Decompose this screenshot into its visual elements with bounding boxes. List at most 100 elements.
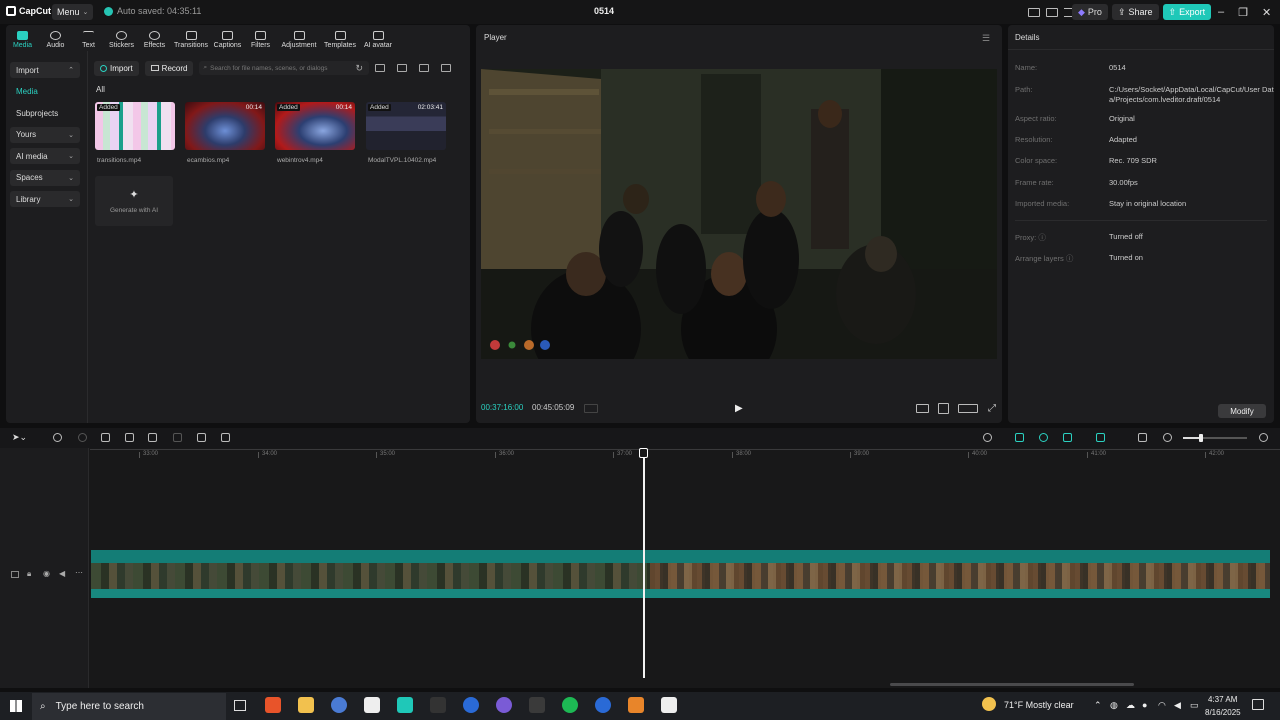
crop-icon[interactable] [938, 403, 949, 414]
shortcut-icon[interactable] [1046, 7, 1058, 17]
expand-icon[interactable]: ⤢ [988, 403, 996, 414]
sidebar-item-spaces[interactable]: Spaces ⌄ [10, 169, 80, 186]
media-thumb-3[interactable]: Added 00:14 [275, 102, 355, 150]
capcut-window-icon[interactable] [661, 697, 677, 713]
restore-icon[interactable]: ❐ [1238, 6, 1248, 19]
tab-filters[interactable]: Filters [244, 26, 277, 50]
tab-transitions[interactable]: Transitions [171, 26, 211, 50]
tab-media[interactable]: Media [6, 26, 39, 50]
video-clip-header[interactable] [91, 550, 1270, 563]
game-app-icon[interactable] [529, 697, 545, 713]
snap-icon[interactable] [1096, 433, 1105, 442]
media-thumb-1[interactable]: Added [95, 102, 175, 150]
record-button[interactable]: Record [144, 60, 194, 76]
sidebar-item-ai-media[interactable]: AI media ⌄ [10, 148, 80, 164]
split-icon[interactable] [101, 433, 110, 442]
refresh-icon[interactable]: ↻ [355, 63, 363, 74]
tab-effects[interactable]: Effects [138, 26, 171, 50]
spotify-icon[interactable] [562, 697, 578, 713]
notification-icon[interactable] [1252, 699, 1264, 710]
capcut-active-icon[interactable] [397, 697, 413, 713]
battery-icon[interactable]: ▭ [1190, 700, 1199, 711]
import-button[interactable]: Import [94, 60, 139, 76]
link-icon[interactable] [1039, 433, 1048, 442]
brave-icon[interactable] [265, 697, 281, 713]
marker-icon[interactable] [197, 433, 206, 442]
split-left-icon[interactable] [125, 433, 134, 442]
media-thumb-2[interactable]: 00:14 [185, 102, 265, 150]
tab-ai-avatar[interactable]: AI avatar [359, 26, 397, 50]
file-explorer-icon[interactable] [298, 697, 314, 713]
timeline-grid-icon[interactable] [584, 404, 598, 413]
cloud-icon[interactable]: ☁ [1126, 700, 1135, 711]
mic-tray-icon[interactable]: ● [1142, 700, 1147, 710]
chrome-icon[interactable] [331, 697, 347, 713]
zoom-slider-handle[interactable] [1199, 434, 1203, 442]
lock-icon[interactable]: 🔒︎ [27, 569, 31, 579]
audio-waveform[interactable] [91, 589, 1270, 598]
sidebar-item-import[interactable]: Import ⌃ [10, 62, 80, 78]
export-button[interactable]: ⇧ Export [1162, 4, 1212, 20]
tab-templates[interactable]: Templates [321, 26, 359, 50]
undo-icon[interactable] [53, 433, 62, 442]
wifi-icon[interactable]: ◠ [1158, 700, 1166, 711]
caption-track-icon[interactable] [1138, 433, 1147, 442]
capcut-taskbar-icon[interactable] [364, 697, 380, 713]
playhead-handle[interactable] [639, 448, 648, 458]
preview-axis-icon[interactable] [1063, 433, 1072, 442]
redo-icon[interactable] [78, 433, 87, 442]
pro-button[interactable]: ◆ Pro [1072, 4, 1108, 20]
zoom-out-icon[interactable] [1163, 433, 1172, 442]
x-app-icon[interactable] [430, 697, 446, 713]
eye-icon[interactable]: ◉ [43, 569, 50, 578]
more-icon[interactable]: ⋯ [75, 568, 83, 577]
volume-icon[interactable]: ◀ [1174, 700, 1181, 711]
close-icon[interactable]: ✕ [1262, 6, 1271, 19]
info-icon[interactable]: ⓘ [1038, 233, 1046, 242]
folder-icon[interactable] [375, 64, 386, 72]
minimize-icon[interactable]: – [1218, 6, 1224, 18]
info-icon[interactable]: ⓘ [1066, 254, 1074, 263]
clock-time[interactable]: 4:37 AM [1208, 695, 1237, 704]
weather-text[interactable]: 71°F Mostly clear [1004, 700, 1074, 710]
timeline-scrollbar[interactable] [890, 683, 1134, 686]
sidebar-item-media[interactable]: Media [10, 84, 80, 100]
layout-icon[interactable] [1028, 7, 1040, 17]
fullscreen-quality-icon[interactable] [916, 404, 929, 413]
skype-icon[interactable] [595, 697, 611, 713]
player-menu-icon[interactable]: ☰ [982, 33, 990, 44]
discord-icon[interactable] [496, 697, 512, 713]
app-icon[interactable] [628, 697, 644, 713]
zoom-slider[interactable] [1183, 434, 1247, 442]
freeze-icon[interactable] [221, 433, 230, 442]
play-icon[interactable]: ▶ [735, 403, 743, 414]
track-cover-icon[interactable] [11, 571, 19, 578]
tab-audio[interactable]: Audio [39, 26, 72, 50]
magnet-icon[interactable] [1015, 433, 1024, 442]
zoom-in-icon[interactable] [1259, 433, 1268, 442]
select-cursor-icon[interactable]: ➤⌄ [12, 432, 27, 443]
task-view-icon[interactable] [234, 700, 246, 711]
media-thumb-4[interactable]: Added 02:03:41 [366, 102, 446, 150]
playhead-line[interactable] [643, 452, 645, 678]
clock-date[interactable]: 8/16/2025 [1205, 708, 1241, 717]
grid-view-icon[interactable] [397, 64, 408, 72]
tab-captions[interactable]: Captions [211, 26, 244, 50]
windows-start-icon[interactable] [10, 700, 22, 712]
modify-button[interactable]: Modify [1218, 404, 1266, 418]
ratio-button[interactable] [958, 404, 978, 413]
sort-icon[interactable] [419, 64, 430, 72]
sidebar-item-subprojects[interactable]: Subprojects [10, 105, 80, 121]
edge-icon[interactable] [463, 697, 479, 713]
tray-chevron-icon[interactable]: ⌃ [1094, 700, 1102, 711]
sidebar-item-library[interactable]: Library ⌄ [10, 191, 80, 207]
delete-icon[interactable] [173, 433, 182, 442]
taskbar-search[interactable]: ⌕ Type here to search [32, 693, 226, 720]
tab-text[interactable]: Text [72, 26, 105, 50]
generate-with-ai-button[interactable]: ✦ Generate with AI [95, 176, 173, 226]
share-button[interactable]: ⇪ Share [1111, 4, 1159, 20]
microphone-icon[interactable] [983, 433, 992, 442]
sidebar-item-yours[interactable]: Yours ⌄ [10, 126, 80, 143]
media-filter-all[interactable]: All [96, 85, 105, 94]
tab-adjustment[interactable]: Adjustment [277, 26, 321, 50]
